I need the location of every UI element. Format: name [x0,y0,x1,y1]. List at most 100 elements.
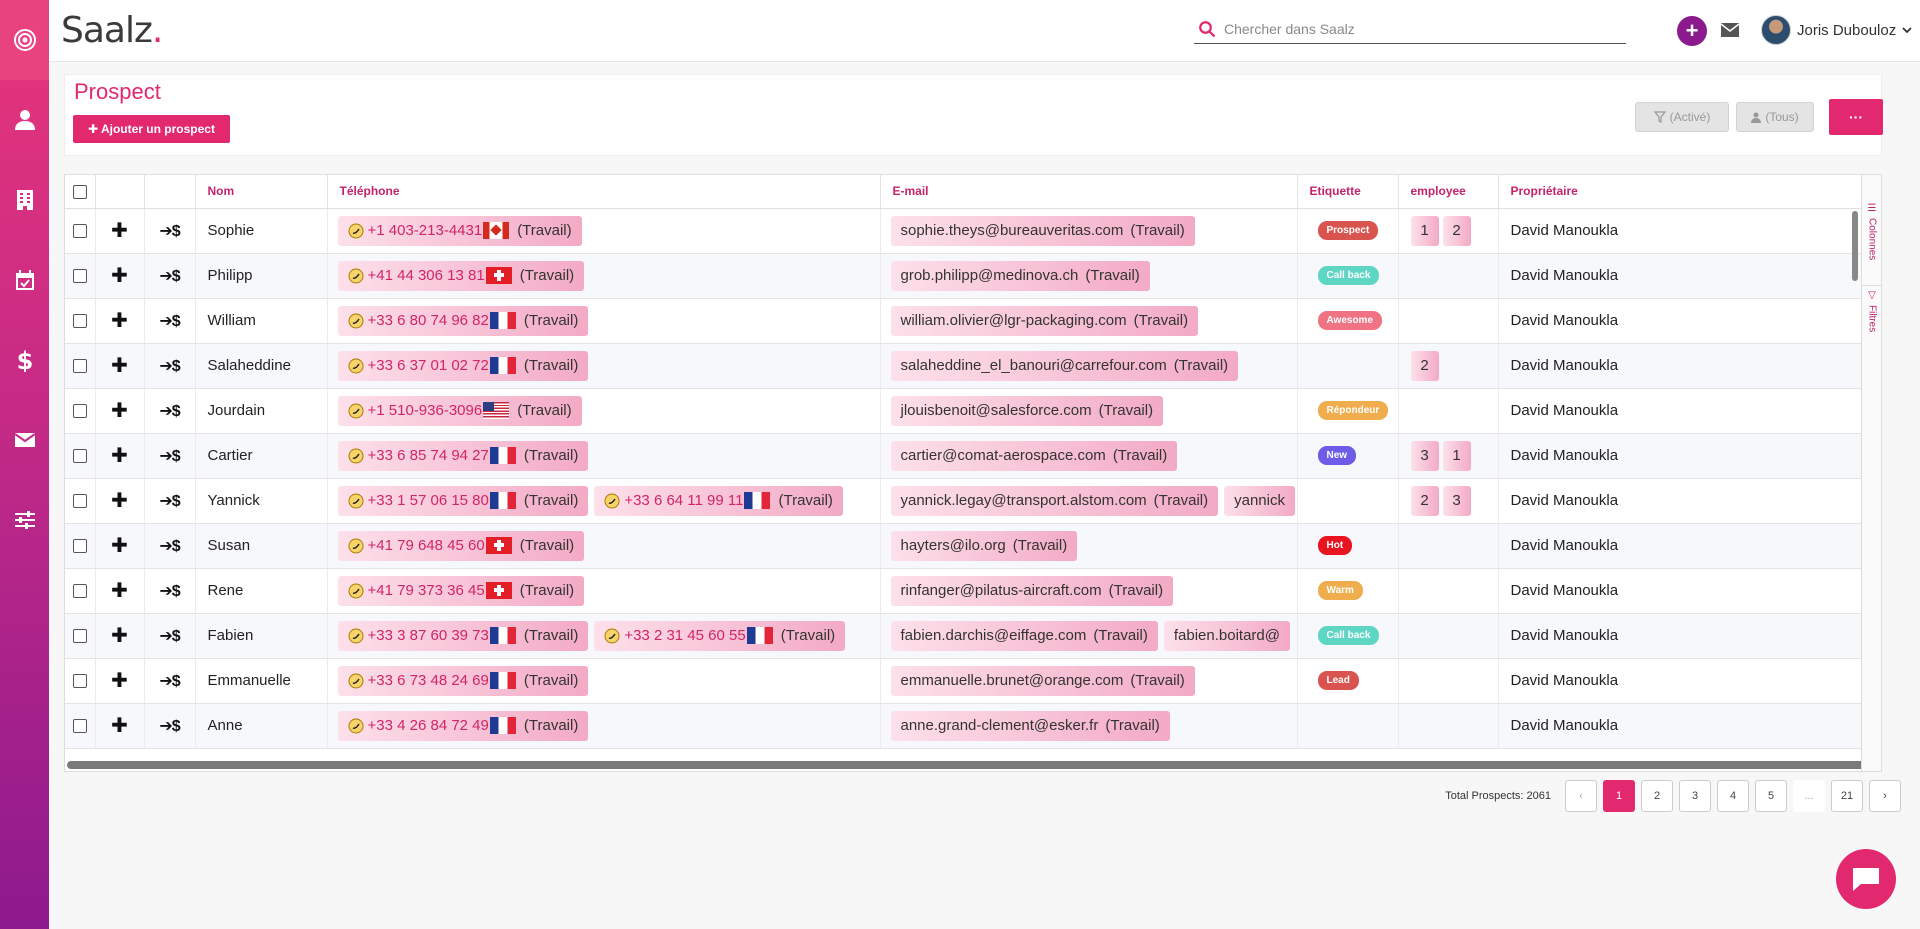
phone-chip[interactable]: +1 403-213-4431 (Travail) [337,215,582,246]
prospect-name[interactable]: William [195,298,328,344]
page-button[interactable]: 2 [1641,780,1673,812]
convert-to-deal-icon[interactable]: ➔$ [159,718,180,735]
employee-chip[interactable]: 2 [1410,350,1439,381]
more-options-button[interactable]: ··· [1829,99,1883,135]
table-row[interactable]: ✚ ➔$ Rene +41 79 373 36 45 (Travail) rinf… [65,568,1881,614]
phone-chip[interactable]: +33 3 87 60 39 73 (Travail) [337,620,589,651]
row-checkbox[interactable] [72,674,87,689]
page-button[interactable]: 3 [1679,780,1711,812]
phone-chip[interactable]: +33 6 73 48 24 69 (Travail) [337,665,589,696]
tag-badge[interactable]: Lead [1317,671,1359,690]
add-prospect-button[interactable]: ✚ Ajouter un prospect [73,115,230,143]
employee-chip[interactable]: 1 [1410,215,1439,246]
sidebar-item-tasks[interactable] [0,240,49,320]
add-icon[interactable]: ✚ [111,220,128,242]
prospect-name[interactable]: Philipp [195,253,328,299]
prospect-name[interactable]: Fabien [195,613,328,659]
email-chip[interactable]: sophie.theys@bureauveritas.com (Travail) [890,215,1195,246]
add-icon[interactable]: ✚ [111,310,128,332]
page-button[interactable]: 21 [1831,780,1863,812]
table-row[interactable]: ✚ ➔$ Sophie +1 403-213-4431 (Travail) sop… [65,208,1881,254]
tag-badge[interactable]: Awesome [1317,311,1383,330]
table-row[interactable]: ✚ ➔$ Cartier +33 6 85 74 94 27 (Travail) … [65,433,1881,479]
vertical-scrollbar[interactable] [1852,209,1860,771]
add-icon[interactable]: ✚ [111,355,128,377]
phone-chip[interactable]: +33 4 26 84 72 49 (Travail) [337,710,589,741]
convert-to-deal-icon[interactable]: ➔$ [159,538,180,555]
email-chip[interactable]: hayters@ilo.org (Travail) [890,530,1078,561]
table-row[interactable]: ✚ ➔$ Salaheddine +33 6 37 01 02 72 (Trava… [65,343,1881,389]
table-row[interactable]: ✚ ➔$ Philipp +41 44 306 13 81 (Travail) g… [65,253,1881,299]
row-checkbox[interactable] [72,719,87,734]
page-button[interactable]: 4 [1717,780,1749,812]
owner-filter-button[interactable]: (Tous) [1736,102,1814,132]
sidebar-item-contacts[interactable] [0,80,49,160]
sidebar-item-deals[interactable]: $ [0,320,49,400]
email-chip[interactable]: fabien.boitard@ [1163,620,1290,651]
convert-to-deal-icon[interactable]: ➔$ [159,403,180,420]
column-header-email[interactable]: E-mail [880,175,1298,209]
select-all-checkbox[interactable] [72,184,87,199]
search-input[interactable] [1224,20,1626,37]
sidebar-item-emails[interactable] [0,400,49,480]
row-checkbox[interactable] [72,494,87,509]
phone-chip[interactable]: +33 6 80 74 96 82 (Travail) [337,305,589,336]
convert-to-deal-icon[interactable]: ➔$ [159,583,180,600]
email-chip[interactable]: fabien.darchis@eiffage.com (Travail) [890,620,1158,651]
table-row[interactable]: ✚ ➔$ Susan +41 79 648 45 60 (Travail) hay… [65,523,1881,569]
email-chip[interactable]: yannick.legay@transport.alstom.com (Trava… [890,485,1219,516]
convert-to-deal-icon[interactable]: ➔$ [159,673,180,690]
convert-to-deal-icon[interactable]: ➔$ [159,628,180,645]
row-checkbox[interactable] [72,404,87,419]
tag-badge[interactable]: Hot [1317,536,1353,555]
prospect-name[interactable]: Emmanuelle [195,658,328,704]
row-checkbox[interactable] [72,449,87,464]
table-row[interactable]: ✚ ➔$ Jourdain +1 510-936-3096 (Travail) j… [65,388,1881,434]
convert-to-deal-icon[interactable]: ➔$ [159,358,180,375]
tag-badge[interactable]: Warm [1317,581,1363,600]
table-row[interactable]: ✚ ➔$ Anne +33 4 26 84 72 49 (Travail) ann… [65,703,1881,749]
filter-active-button[interactable]: (Activé) [1635,102,1729,132]
phone-chip[interactable]: +33 2 31 45 60 55 (Travail) [594,620,846,651]
column-header-tag[interactable]: Etiquette [1297,175,1399,209]
email-chip[interactable]: william.olivier@lgr-packaging.com (Travai… [890,305,1199,336]
email-chip[interactable]: grob.philipp@medinova.ch (Travail) [890,260,1150,291]
email-chip[interactable]: anne.grand-clement@esker.fr (Travail) [890,710,1170,741]
table-row[interactable]: ✚ ➔$ William +33 6 80 74 96 82 (Travail) … [65,298,1881,344]
user-menu[interactable]: Joris Dubouloz [1761,15,1912,45]
email-chip[interactable]: emmanuelle.brunet@orange.com (Travail) [890,665,1195,696]
employee-chip[interactable]: 3 [1442,485,1471,516]
column-header-owner[interactable]: Propriétaire [1498,175,1881,209]
row-checkbox[interactable] [72,224,87,239]
row-checkbox[interactable] [72,359,87,374]
prospect-name[interactable]: Cartier [195,433,328,479]
tag-badge[interactable]: Call back [1317,266,1380,285]
chat-button[interactable] [1836,849,1896,909]
horizontal-scrollbar[interactable] [67,761,1867,769]
phone-chip[interactable]: +41 79 373 36 45 (Travail) [337,575,585,606]
add-icon[interactable]: ✚ [111,580,128,602]
phone-chip[interactable]: +41 79 648 45 60 (Travail) [337,530,585,561]
add-icon[interactable]: ✚ [111,535,128,557]
add-icon[interactable]: ✚ [111,625,128,647]
prospect-name[interactable]: Yannick [195,478,328,524]
column-header-name[interactable]: Nom [195,175,328,209]
row-checkbox[interactable] [72,269,87,284]
next-page-button[interactable]: › [1869,780,1901,812]
sidebar-item-companies[interactable] [0,160,49,240]
prospect-name[interactable]: Salaheddine [195,343,328,389]
prospect-name[interactable]: Rene [195,568,328,614]
sidebar-item-settings[interactable] [0,480,49,560]
convert-to-deal-icon[interactable]: ➔$ [159,313,180,330]
prev-page-button[interactable]: ‹ [1565,780,1597,812]
quick-add-button[interactable]: + [1677,16,1707,46]
tag-badge[interactable]: New [1317,446,1357,465]
phone-chip[interactable]: +33 6 64 11 99 11 (Travail) [594,485,843,516]
email-chip[interactable]: jlouisbenoit@salesforce.com (Travail) [890,395,1164,426]
convert-to-deal-icon[interactable]: ➔$ [159,223,180,240]
columns-panel-tab[interactable]: ☰ Colonnes [1862,199,1881,264]
add-icon[interactable]: ✚ [111,400,128,422]
prospect-name[interactable]: Sophie [195,208,328,254]
tag-badge[interactable]: Répondeur [1317,401,1389,420]
convert-to-deal-icon[interactable]: ➔$ [159,493,180,510]
